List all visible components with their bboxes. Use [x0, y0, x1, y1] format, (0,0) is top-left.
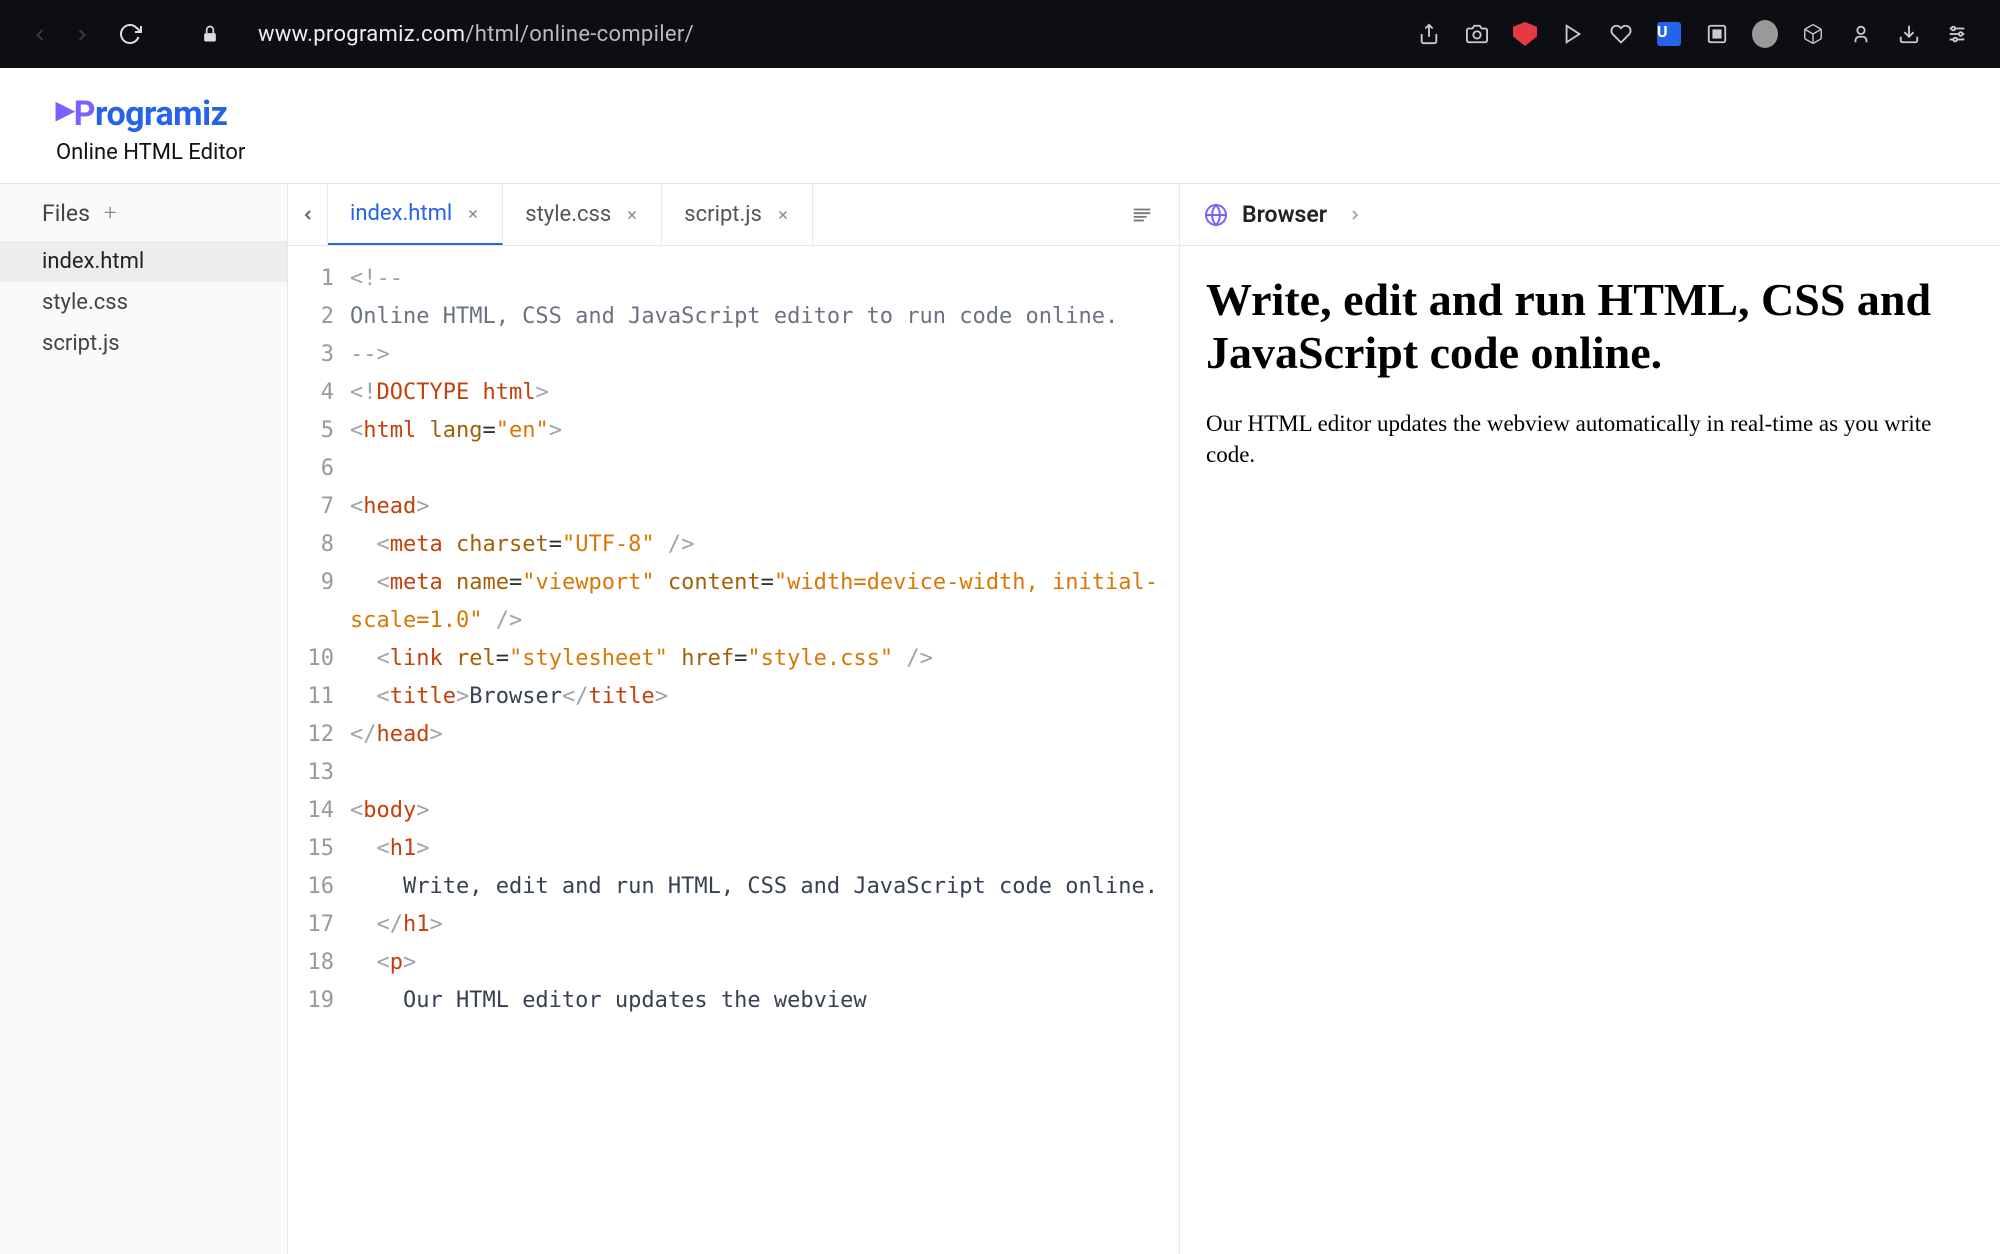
file-list: index.htmlstyle.cssscript.js	[0, 241, 287, 364]
url-bar[interactable]: www.programiz.com/html/online-compiler/	[258, 22, 1388, 47]
editor-column: index.html style.css script.js 12345678910…	[288, 184, 1180, 1254]
close-icon[interactable]	[776, 208, 790, 222]
tab-label: index.html	[350, 201, 452, 226]
tabs-row: index.html style.css script.js	[288, 184, 1179, 246]
send-icon[interactable]	[1560, 21, 1586, 47]
back-button[interactable]	[30, 25, 48, 43]
preview-title: Browser	[1242, 201, 1327, 228]
shield-icon[interactable]	[1512, 21, 1538, 47]
avatar-icon[interactable]	[1752, 21, 1778, 47]
share-icon[interactable]	[1416, 21, 1442, 47]
editor-tab[interactable]: script.js	[662, 184, 813, 245]
preview-paragraph: Our HTML editor updates the webview auto…	[1206, 408, 1974, 470]
close-icon[interactable]	[625, 208, 639, 222]
code-content[interactable]: <!--Online HTML, CSS and JavaScript edit…	[350, 260, 1179, 1254]
extension-icon-1[interactable]: U	[1656, 21, 1682, 47]
preview-body: Write, edit and run HTML, CSS and JavaSc…	[1180, 246, 2000, 498]
browser-top-bar: www.programiz.com/html/online-compiler/ …	[0, 0, 2000, 68]
close-icon[interactable]	[466, 207, 480, 221]
download-icon[interactable]	[1896, 21, 1922, 47]
cube-icon[interactable]	[1800, 21, 1826, 47]
tab-label: script.js	[684, 202, 762, 227]
camera-icon[interactable]	[1464, 21, 1490, 47]
file-item[interactable]: style.css	[0, 282, 287, 323]
refresh-button[interactable]	[118, 22, 142, 46]
page-subtitle: Online HTML Editor	[56, 140, 1944, 165]
scroll-tabs-left[interactable]	[288, 184, 328, 245]
line-gutter: 12345678910111213141516171819	[288, 260, 350, 1254]
chevron-right-icon[interactable]	[1347, 207, 1363, 223]
heart-icon[interactable]	[1608, 21, 1634, 47]
app-header: ▸Programiz Online HTML Editor	[0, 68, 2000, 183]
url-path: /html/online-compiler/	[465, 22, 694, 47]
file-item[interactable]: index.html	[0, 241, 287, 282]
editor-tab[interactable]: style.css	[503, 184, 662, 245]
nav-arrows	[30, 25, 90, 43]
extension-icon-2[interactable]	[1704, 21, 1730, 47]
tab-label: style.css	[525, 202, 611, 227]
preview-header: Browser	[1180, 184, 2000, 246]
app-container: ▸Programiz Online HTML Editor Files + in…	[0, 68, 2000, 1254]
preview-column: Browser Write, edit and run HTML, CSS an…	[1180, 184, 2000, 1254]
sidebar-header: Files +	[0, 184, 287, 241]
file-sidebar: Files + index.htmlstyle.cssscript.js	[0, 184, 288, 1254]
main-area: Files + index.htmlstyle.cssscript.js ind…	[0, 183, 2000, 1254]
lock-icon	[200, 24, 220, 44]
code-editor[interactable]: 12345678910111213141516171819 <!--Online…	[288, 246, 1179, 1254]
browser-toolbar: U	[1416, 21, 1970, 47]
sidebar-title: Files	[42, 200, 90, 227]
forward-button[interactable]	[72, 25, 90, 43]
logo[interactable]: ▸Programiz	[56, 92, 1944, 134]
url-domain: www.programiz.com	[258, 22, 465, 47]
format-code-icon[interactable]	[1129, 204, 1155, 226]
preview-heading: Write, edit and run HTML, CSS and JavaSc…	[1206, 274, 1974, 380]
settings-icon[interactable]	[1944, 21, 1970, 47]
editor-tab[interactable]: index.html	[328, 184, 503, 245]
file-item[interactable]: script.js	[0, 323, 287, 364]
add-file-button[interactable]: +	[104, 201, 116, 226]
globe-icon	[1204, 203, 1228, 227]
user-icon[interactable]	[1848, 21, 1874, 47]
